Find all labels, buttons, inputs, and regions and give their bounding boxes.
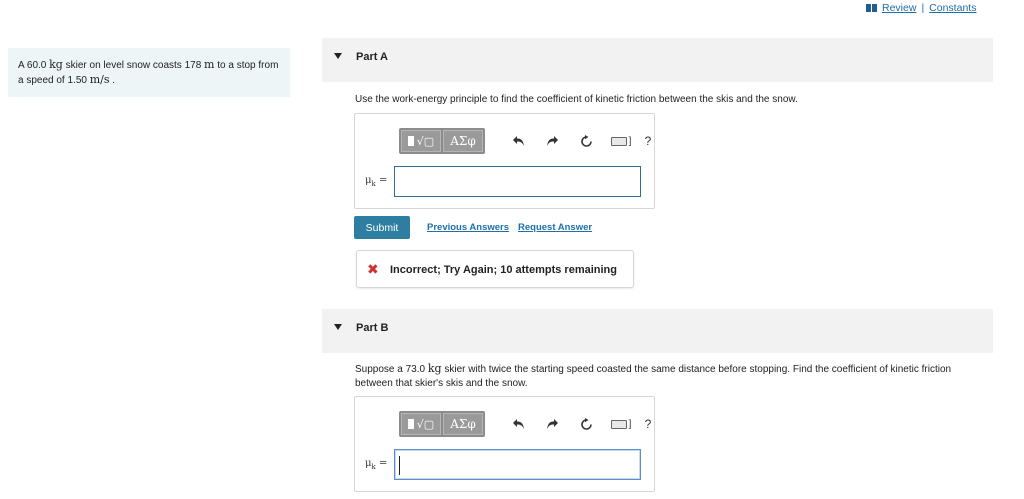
toolbar-button-group: √▢ ΑΣφ (399, 128, 485, 154)
templates-button[interactable]: √▢ (401, 413, 441, 435)
problem-statement: A 60.0 kg skier on level snow coasts 178… (8, 48, 290, 97)
part-a-answer-box: √▢ ΑΣφ ] ? μk = (354, 113, 655, 209)
keyboard-bracket: ] (628, 418, 632, 430)
undo-icon[interactable] (507, 413, 529, 435)
part-b-instruction: Suppose a 73.0 kg skier with twice the s… (355, 362, 985, 391)
help-button[interactable]: ? (641, 134, 655, 148)
keyboard-shape (610, 136, 627, 146)
previous-answers-link[interactable]: Previous Answers (427, 222, 509, 233)
toolbar-button-group: √▢ ΑΣφ (399, 411, 485, 437)
constants-link[interactable]: Constants (929, 2, 976, 14)
keyboard-icon[interactable]: ] (607, 130, 635, 152)
link-separator: | (921, 2, 925, 14)
template-square-icon (407, 419, 414, 429)
keyboard-bracket: ] (628, 135, 632, 147)
part-b-answer-input[interactable] (394, 449, 641, 480)
top-links: Review | Constants (866, 2, 976, 14)
instruction-text: skier with twice the starting speed coas… (355, 364, 952, 389)
radical-icon: √▢ (416, 417, 435, 431)
part-a-answer-input[interactable] (394, 166, 641, 197)
math-toolbar: √▢ ΑΣφ ] ? (399, 411, 655, 437)
text-caret (399, 456, 400, 475)
greek-symbols-button[interactable]: ΑΣφ (443, 413, 483, 435)
part-a-instruction: Use the work-energy principle to find th… (355, 94, 798, 105)
incorrect-x-icon: ✖ (367, 261, 379, 277)
reset-icon[interactable] (575, 130, 597, 152)
collapse-triangle-icon[interactable] (334, 324, 342, 330)
part-a-title: Part A (356, 51, 388, 63)
problem-text: . (109, 75, 116, 86)
undo-icon[interactable] (507, 130, 529, 152)
unit-kg: kg (427, 362, 442, 375)
part-b-header[interactable]: Part B (322, 309, 993, 353)
keyboard-icon[interactable]: ] (607, 413, 635, 435)
submit-button[interactable]: Submit (354, 216, 410, 239)
equals-sign: = (378, 458, 388, 469)
feedback-message: Incorrect; Try Again; 10 attempts remain… (390, 264, 617, 276)
mu-k-label: μk = (365, 458, 387, 471)
mu-k-label: μk = (365, 175, 387, 188)
unit-speed: m/s (89, 73, 110, 86)
redo-icon[interactable] (541, 130, 563, 152)
part-a-header[interactable]: Part A (322, 38, 993, 82)
part-b-answer-box: √▢ ΑΣφ ] ? μk = (354, 396, 655, 492)
mu-subscript: k (371, 463, 376, 471)
request-answer-link[interactable]: Request Answer (518, 222, 592, 233)
problem-text: A 60.0 (18, 60, 50, 71)
instruction-text: Suppose a 73.0 (355, 364, 428, 375)
unit-m: m (204, 58, 215, 71)
review-link[interactable]: Review (882, 2, 916, 14)
redo-icon[interactable] (541, 413, 563, 435)
keyboard-shape (610, 419, 627, 429)
radical-icon: √▢ (416, 134, 435, 148)
greek-symbols-button[interactable]: ΑΣφ (443, 130, 483, 152)
templates-button[interactable]: √▢ (401, 130, 441, 152)
help-button[interactable]: ? (641, 417, 655, 431)
problem-text: skier on level snow coasts 178 (62, 60, 205, 71)
reset-icon[interactable] (575, 413, 597, 435)
template-square-icon (407, 136, 414, 146)
math-toolbar: √▢ ΑΣφ ] ? (399, 128, 655, 154)
part-b-title: Part B (356, 322, 389, 334)
feedback-box: ✖ Incorrect; Try Again; 10 attempts rema… (356, 250, 634, 288)
book-icon (866, 4, 878, 12)
equals-sign: = (378, 175, 388, 186)
mu-subscript: k (371, 180, 376, 188)
unit-kg: kg (49, 58, 63, 71)
collapse-triangle-icon[interactable] (334, 53, 342, 59)
